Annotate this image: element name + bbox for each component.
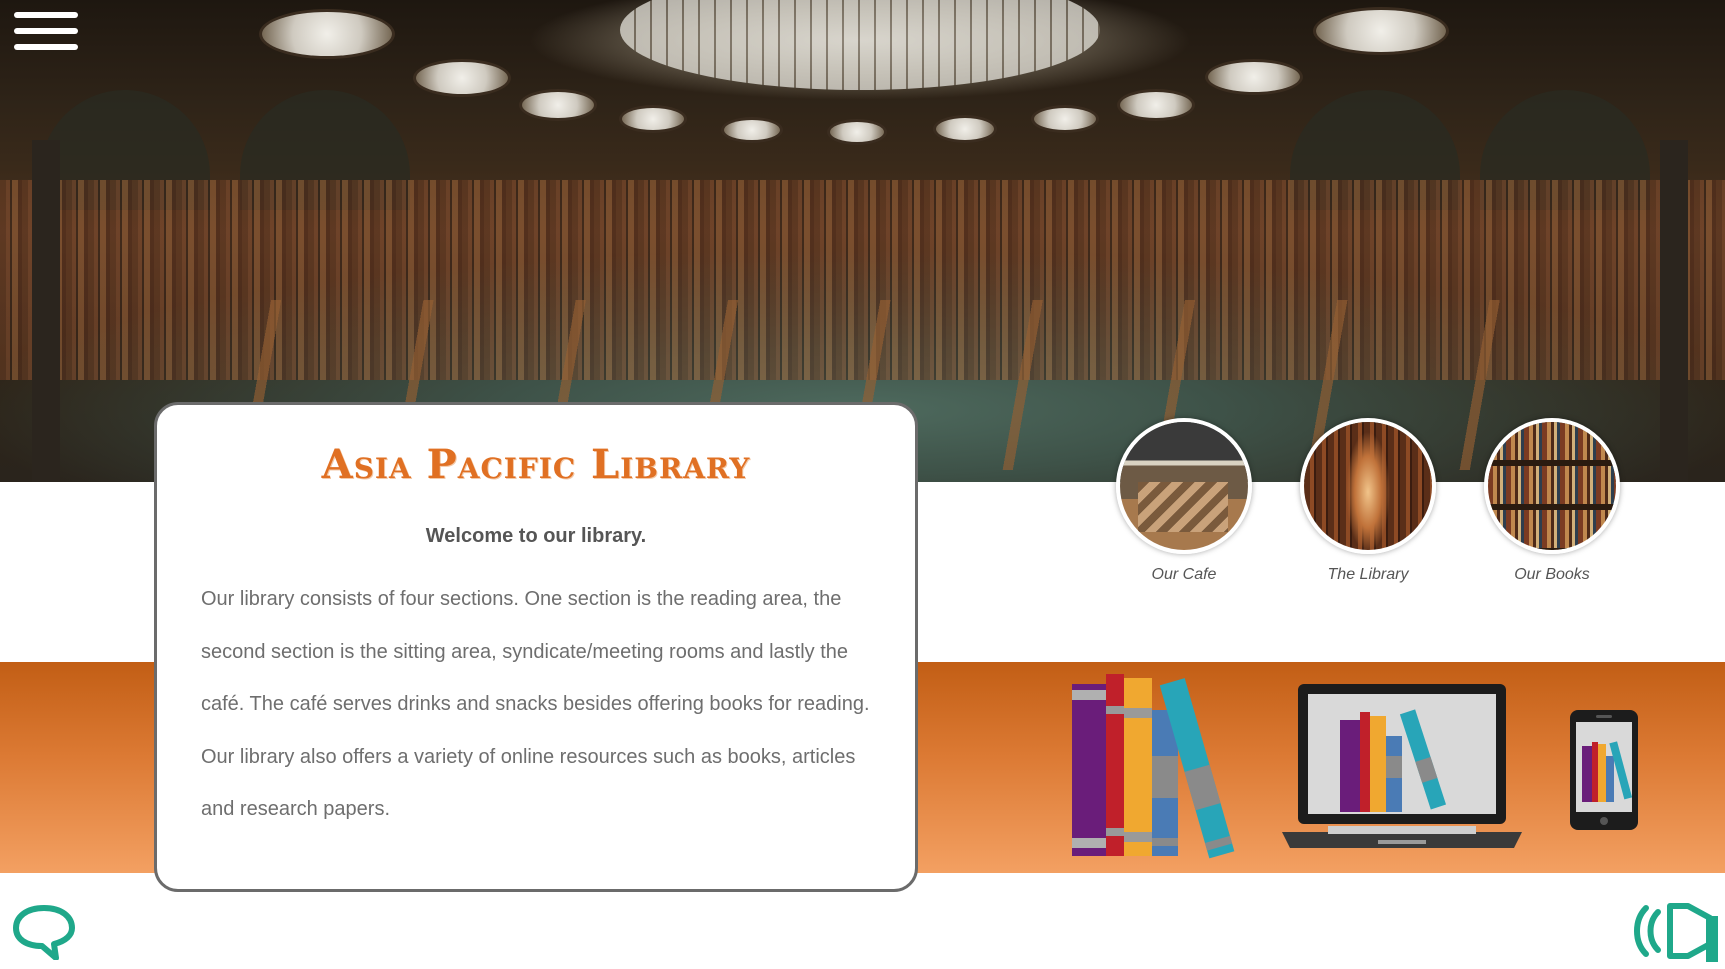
welcome-description: Our library consists of four sections. O… xyxy=(201,588,870,820)
ceiling-window xyxy=(1034,108,1096,130)
section-caption: The Library xyxy=(1327,566,1409,583)
speaker-icon[interactable] xyxy=(1628,898,1720,964)
cafe-photo[interactable] xyxy=(1116,418,1252,554)
hamburger-menu-icon[interactable] xyxy=(14,12,78,54)
books-illustration xyxy=(1072,674,1235,859)
section-caption: Our Cafe xyxy=(1151,566,1217,583)
phone-illustration xyxy=(1570,710,1638,830)
ceiling-window xyxy=(522,92,594,118)
pillar xyxy=(1660,140,1688,482)
ceiling-window xyxy=(622,108,684,130)
ceiling-window xyxy=(1120,92,1192,118)
pillar xyxy=(32,140,60,482)
library-photo[interactable] xyxy=(1300,418,1436,554)
ceiling-window xyxy=(724,120,780,140)
menu-line xyxy=(14,44,78,50)
welcome-card: Asia Pacific Library Welcome to our libr… xyxy=(154,402,918,892)
section-our-cafe[interactable]: Our Cafe xyxy=(1116,418,1252,584)
section-our-books[interactable]: Our Books xyxy=(1484,418,1620,584)
ceiling-window xyxy=(262,12,392,56)
welcome-heading: Welcome to our library. xyxy=(425,525,647,547)
section-caption: Our Books xyxy=(1514,566,1590,583)
library-title: Asia Pacific Library xyxy=(321,441,751,488)
chat-bubble-icon[interactable] xyxy=(12,904,76,960)
laptop-illustration xyxy=(1282,684,1522,848)
skylight xyxy=(620,0,1100,90)
ceiling-window xyxy=(416,62,508,94)
ceiling-window xyxy=(1208,62,1300,92)
section-the-library[interactable]: The Library xyxy=(1300,418,1436,584)
ceiling-window xyxy=(936,118,994,140)
books-photo[interactable] xyxy=(1484,418,1620,554)
ceiling-window xyxy=(830,122,884,142)
menu-line xyxy=(14,12,78,18)
menu-line xyxy=(14,28,78,34)
ceiling-window xyxy=(1316,10,1446,52)
